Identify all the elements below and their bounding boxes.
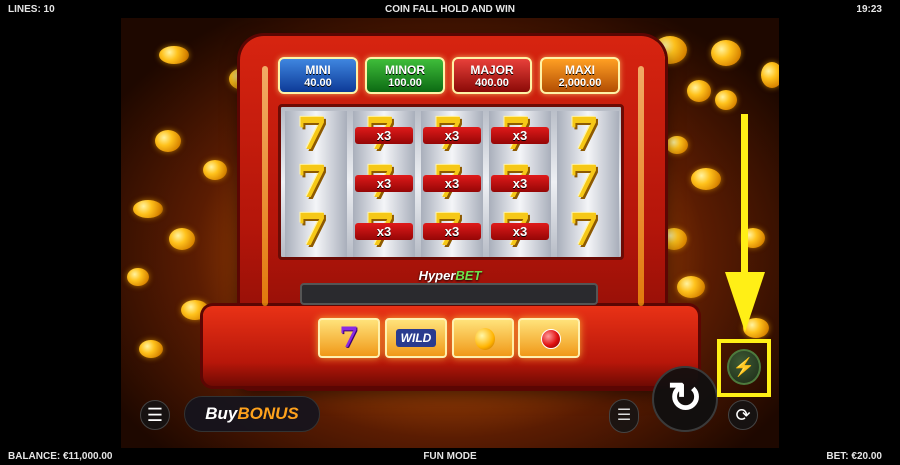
purple-seven-icon: 7 xyxy=(339,321,359,354)
reel-2: 7x3 7x3 7x3 xyxy=(353,111,415,257)
game-title: COIN FALL HOLD AND WIN xyxy=(385,4,515,15)
bottom-bar: BALANCE: €11,000.00 FUN MODE BET: €20.00 xyxy=(0,448,900,465)
stake-button[interactable]: ☰ xyxy=(609,399,639,433)
red-gem-icon xyxy=(541,329,561,349)
buy-bonus-button[interactable]: BuyBONUS xyxy=(184,396,320,432)
bet-display: BET: €20.00 xyxy=(826,451,882,462)
reel-window: 7 7 7 7x3 7x3 7x3 7x3 7x3 7x3 7x3 7x3 7x… xyxy=(278,104,624,260)
bonus-label: BONUS xyxy=(237,404,299,423)
game-screen: LINES: 10 COIN FALL HOLD AND WIN 19:23 M… xyxy=(0,0,900,465)
coin-stack-icon: ☰ xyxy=(616,407,632,424)
jackpot-name: MINI xyxy=(305,63,331,77)
multiplier-ribbon: x3 xyxy=(355,127,413,144)
seven-symbol: 7 xyxy=(285,159,347,205)
multiplier-ribbon: x3 xyxy=(423,175,481,192)
seven-symbol: 7 xyxy=(557,111,619,157)
multiplier-ribbon: x3 xyxy=(355,175,413,192)
seven-x3-symbol: 7x3 xyxy=(489,159,551,205)
hyperbet-slot-wild[interactable]: WILD xyxy=(385,318,447,358)
clock: 19:23 xyxy=(856,4,882,15)
falling-coin xyxy=(159,46,189,64)
jackpot-maxi: MAXI 2,000.00 xyxy=(540,57,620,94)
hyperbet-slot-gem[interactable] xyxy=(518,318,580,358)
reel-5: 7 7 7 xyxy=(557,111,619,257)
jackpot-name: MINOR xyxy=(385,63,425,77)
seven-x3-symbol: 7x3 xyxy=(353,159,415,205)
multiplier-ribbon: x3 xyxy=(355,223,413,240)
falling-coin xyxy=(155,130,181,152)
falling-coin xyxy=(761,62,779,88)
multiplier-ribbon: x3 xyxy=(491,127,549,144)
multiplier-ribbon: x3 xyxy=(491,223,549,240)
seven-x3-symbol: 7x3 xyxy=(421,207,483,253)
seven-x3-symbol: 7x3 xyxy=(353,207,415,253)
seven-glyph: 7 xyxy=(569,157,600,208)
top-bar: LINES: 10 COIN FALL HOLD AND WIN 19:23 xyxy=(0,0,900,18)
falling-coin xyxy=(687,80,711,102)
falling-coin xyxy=(715,90,737,110)
annotation-arrow-head xyxy=(725,272,765,332)
multiplier-ribbon: x3 xyxy=(423,127,481,144)
gold-coin-icon xyxy=(475,328,495,350)
seven-x3-symbol: 7x3 xyxy=(489,207,551,253)
spin-arrow-icon: ↻ xyxy=(667,374,703,421)
buy-label: Buy xyxy=(205,404,238,423)
seven-glyph: 7 xyxy=(569,205,600,256)
seven-glyph: 7 xyxy=(297,109,328,160)
autoplay-button[interactable]: ⟳ xyxy=(728,400,758,430)
jackpot-name: MAXI xyxy=(565,63,595,77)
jackpot-minor: MINOR 100.00 xyxy=(365,57,445,94)
falling-coin xyxy=(677,276,705,298)
jackpot-mini: MINI 40.00 xyxy=(278,57,358,94)
cabinet-light-strip xyxy=(262,66,268,306)
falling-coin xyxy=(133,200,163,218)
jackpot-major: MAJOR 400.00 xyxy=(452,57,532,94)
seven-symbol: 7 xyxy=(557,207,619,253)
falling-coin xyxy=(203,160,227,180)
seven-x3-symbol: 7x3 xyxy=(353,111,415,157)
seven-x3-symbol: 7x3 xyxy=(421,111,483,157)
annotation-arrow-shaft xyxy=(741,114,748,276)
falling-coin xyxy=(169,228,195,250)
hyperbet-logo: HyperBET xyxy=(385,268,515,283)
turbo-button[interactable]: ⚡ xyxy=(727,349,761,385)
jackpot-value: 400.00 xyxy=(475,77,509,89)
autoplay-icon: ⟳ xyxy=(735,405,751,425)
wild-icon: WILD xyxy=(395,329,437,347)
jackpot-value: 2,000.00 xyxy=(558,77,602,89)
falling-coin xyxy=(711,40,741,66)
menu-button[interactable]: ☰ xyxy=(140,400,170,430)
jackpot-value: 100.00 xyxy=(388,77,422,89)
falling-coin xyxy=(127,268,149,286)
multiplier-ribbon: x3 xyxy=(423,223,481,240)
seven-symbol: 7 xyxy=(285,207,347,253)
seven-glyph: 7 xyxy=(297,205,328,256)
hyperbet-slot-coin[interactable] xyxy=(452,318,514,358)
seven-symbol: 7 xyxy=(285,111,347,157)
reel-4: 7x3 7x3 7x3 xyxy=(489,111,551,257)
seven-symbol: 7 xyxy=(557,159,619,205)
hyperbet-logo-part2: BET xyxy=(455,268,482,283)
seven-glyph: 7 xyxy=(569,109,600,160)
cabinet-light-strip xyxy=(638,66,644,306)
reel-3: 7x3 7x3 7x3 xyxy=(421,111,483,257)
jackpot-value: 40.00 xyxy=(304,77,332,89)
jackpot-name: MAJOR xyxy=(470,63,514,77)
lightning-icon: ⚡ xyxy=(732,357,756,377)
multiplier-ribbon: x3 xyxy=(491,175,549,192)
seven-x3-symbol: 7x3 xyxy=(489,111,551,157)
falling-coin xyxy=(139,340,163,358)
seven-glyph: 7 xyxy=(297,157,328,208)
message-bar xyxy=(300,283,598,305)
spin-button[interactable]: ↻ xyxy=(652,366,718,432)
hyperbet-slot-seven[interactable]: 7 xyxy=(318,318,380,358)
hyperbet-logo-part1: Hyper xyxy=(418,268,456,283)
seven-x3-symbol: 7x3 xyxy=(421,159,483,205)
falling-coin xyxy=(691,168,721,190)
falling-coin xyxy=(666,136,688,154)
reel-1: 7 7 7 xyxy=(285,111,347,257)
menu-icon: ☰ xyxy=(146,405,164,425)
mode-label: FUN MODE xyxy=(423,451,477,462)
cabinet-base xyxy=(203,306,698,386)
